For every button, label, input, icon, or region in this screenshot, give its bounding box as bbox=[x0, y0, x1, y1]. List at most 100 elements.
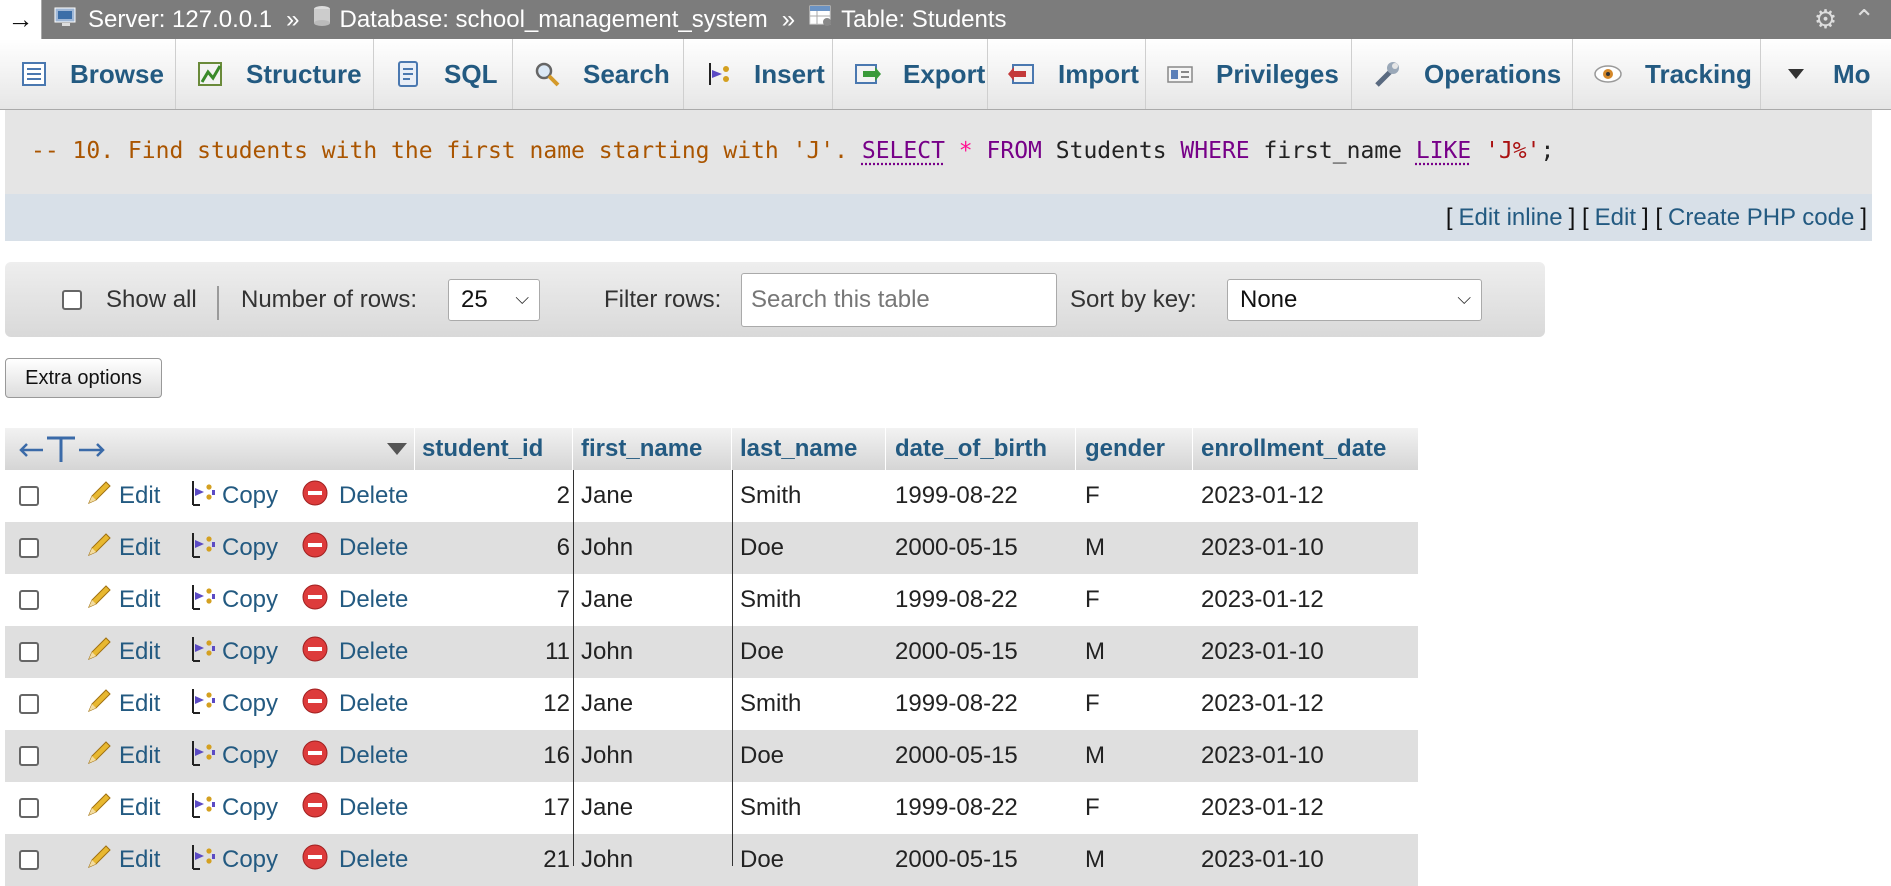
row-delete-action[interactable]: Delete bbox=[301, 626, 408, 678]
cell-enrollment-date[interactable]: 2023-01-12 bbox=[1201, 678, 1324, 730]
column-header-gender[interactable]: gender bbox=[1085, 428, 1165, 470]
row-select-checkbox[interactable] bbox=[19, 798, 39, 818]
row-delete-action[interactable]: Delete bbox=[301, 522, 408, 574]
breadcrumb-server[interactable]: Server: 127.0.0.1 » bbox=[54, 4, 301, 35]
rows-select[interactable]: 25 ⌵ bbox=[448, 278, 540, 321]
cell-last-name[interactable]: Doe bbox=[740, 834, 784, 886]
extra-options-button[interactable]: Extra options bbox=[5, 358, 162, 398]
cell-enrollment-date[interactable]: 2023-01-12 bbox=[1201, 470, 1324, 522]
tab-search[interactable]: Search bbox=[513, 39, 684, 109]
cell-gender[interactable]: F bbox=[1085, 678, 1100, 730]
tab-privileges[interactable]: Privileges bbox=[1146, 39, 1352, 109]
cell-date-of-birth[interactable]: 2000-05-15 bbox=[895, 626, 1018, 678]
cell-first-name[interactable]: Jane bbox=[581, 470, 633, 522]
breadcrumb-database[interactable]: Database: school_management_system » bbox=[313, 4, 797, 35]
cell-student-id[interactable]: 2 bbox=[414, 470, 570, 522]
cell-date-of-birth[interactable]: 2000-05-15 bbox=[895, 834, 1018, 886]
filter-rows-input[interactable]: Search this table bbox=[741, 272, 1057, 327]
column-header-student-id[interactable]: student_id bbox=[422, 428, 543, 470]
create-php-code-link[interactable]: Create PHP code bbox=[1668, 204, 1854, 232]
row-copy-action[interactable]: Copy bbox=[188, 470, 278, 522]
cell-enrollment-date[interactable]: 2023-01-10 bbox=[1201, 834, 1324, 886]
row-edit-action[interactable]: Edit bbox=[85, 834, 160, 886]
row-delete-action[interactable]: Delete bbox=[301, 730, 408, 782]
tab-more[interactable]: Mo bbox=[1761, 39, 1891, 109]
collapse-arrow-icon[interactable]: → bbox=[0, 0, 42, 39]
cell-first-name[interactable]: John bbox=[581, 730, 633, 782]
cell-last-name[interactable]: Doe bbox=[740, 730, 784, 782]
cell-enrollment-date[interactable]: 2023-01-12 bbox=[1201, 782, 1324, 834]
cell-student-id[interactable]: 11 bbox=[414, 626, 570, 678]
actions-dropdown-icon[interactable] bbox=[385, 428, 409, 470]
tab-structure[interactable]: Structure bbox=[176, 39, 374, 109]
row-copy-action[interactable]: Copy bbox=[188, 834, 278, 886]
cell-enrollment-date[interactable]: 2023-01-10 bbox=[1201, 626, 1324, 678]
cell-enrollment-date[interactable]: 2023-01-10 bbox=[1201, 522, 1324, 574]
cell-last-name[interactable]: Smith bbox=[740, 782, 801, 834]
row-delete-action[interactable]: Delete bbox=[301, 782, 408, 834]
cell-first-name[interactable]: John bbox=[581, 626, 633, 678]
cell-date-of-birth[interactable]: 2000-05-15 bbox=[895, 730, 1018, 782]
sort-by-key-select[interactable]: None ⌵ bbox=[1227, 278, 1482, 321]
column-header-last-name[interactable]: last_name bbox=[740, 428, 857, 470]
cell-date-of-birth[interactable]: 1999-08-22 bbox=[895, 678, 1018, 730]
show-all-checkbox[interactable] bbox=[62, 289, 82, 310]
column-header-date-of-birth[interactable]: date_of_birth bbox=[895, 428, 1047, 470]
cell-last-name[interactable]: Doe bbox=[740, 522, 784, 574]
cell-enrollment-date[interactable]: 2023-01-10 bbox=[1201, 730, 1324, 782]
sql-keyword-like[interactable]: LIKE bbox=[1416, 138, 1471, 164]
row-select-checkbox[interactable] bbox=[19, 642, 39, 662]
cell-enrollment-date[interactable]: 2023-01-12 bbox=[1201, 574, 1324, 626]
sql-keyword-select[interactable]: SELECT bbox=[862, 138, 945, 164]
tab-tracking[interactable]: Tracking bbox=[1573, 39, 1761, 109]
cell-date-of-birth[interactable]: 1999-08-22 bbox=[895, 782, 1018, 834]
cell-last-name[interactable]: Doe bbox=[740, 626, 784, 678]
row-delete-action[interactable]: Delete bbox=[301, 834, 408, 886]
row-select-checkbox[interactable] bbox=[19, 590, 39, 610]
cell-last-name[interactable]: Smith bbox=[740, 678, 801, 730]
breadcrumb-table[interactable]: Table: Students bbox=[809, 4, 1007, 35]
settings-gear-icon[interactable]: ⚙ bbox=[1814, 4, 1837, 35]
row-delete-action[interactable]: Delete bbox=[301, 678, 408, 730]
cell-gender[interactable]: M bbox=[1085, 834, 1105, 886]
row-edit-action[interactable]: Edit bbox=[85, 626, 160, 678]
cell-gender[interactable]: F bbox=[1085, 782, 1100, 834]
column-header-first-name[interactable]: first_name bbox=[581, 428, 702, 470]
row-select-checkbox[interactable] bbox=[19, 538, 39, 558]
row-delete-action[interactable]: Delete bbox=[301, 574, 408, 626]
row-delete-action[interactable]: Delete bbox=[301, 470, 408, 522]
cell-first-name[interactable]: Jane bbox=[581, 574, 633, 626]
row-edit-action[interactable]: Edit bbox=[85, 782, 160, 834]
cell-last-name[interactable]: Smith bbox=[740, 574, 801, 626]
row-copy-action[interactable]: Copy bbox=[188, 574, 278, 626]
tab-browse[interactable]: Browse bbox=[0, 39, 176, 109]
column-resize-arrows-icon[interactable] bbox=[17, 428, 109, 470]
row-edit-action[interactable]: Edit bbox=[85, 730, 160, 782]
cell-first-name[interactable]: Jane bbox=[581, 678, 633, 730]
cell-first-name[interactable]: Jane bbox=[581, 782, 633, 834]
row-copy-action[interactable]: Copy bbox=[188, 678, 278, 730]
tab-insert[interactable]: Insert bbox=[684, 39, 833, 109]
cell-gender[interactable]: F bbox=[1085, 470, 1100, 522]
edit-inline-link[interactable]: Edit inline bbox=[1459, 204, 1563, 232]
cell-student-id[interactable]: 12 bbox=[414, 678, 570, 730]
row-select-checkbox[interactable] bbox=[19, 694, 39, 714]
cell-gender[interactable]: F bbox=[1085, 574, 1100, 626]
cell-student-id[interactable]: 17 bbox=[414, 782, 570, 834]
row-select-checkbox[interactable] bbox=[19, 746, 39, 766]
cell-student-id[interactable]: 16 bbox=[414, 730, 570, 782]
column-header-enrollment-date[interactable]: enrollment_date bbox=[1201, 428, 1386, 470]
show-all-control[interactable]: Show all bbox=[62, 262, 197, 337]
cell-first-name[interactable]: John bbox=[581, 522, 633, 574]
cell-date-of-birth[interactable]: 2000-05-15 bbox=[895, 522, 1018, 574]
row-copy-action[interactable]: Copy bbox=[188, 782, 278, 834]
cell-student-id[interactable]: 21 bbox=[414, 834, 570, 886]
row-select-checkbox[interactable] bbox=[19, 850, 39, 870]
cell-gender[interactable]: M bbox=[1085, 626, 1105, 678]
cell-student-id[interactable]: 7 bbox=[414, 574, 570, 626]
cell-gender[interactable]: M bbox=[1085, 730, 1105, 782]
row-select-checkbox[interactable] bbox=[19, 486, 39, 506]
row-edit-action[interactable]: Edit bbox=[85, 678, 160, 730]
row-copy-action[interactable]: Copy bbox=[188, 626, 278, 678]
cell-date-of-birth[interactable]: 1999-08-22 bbox=[895, 574, 1018, 626]
